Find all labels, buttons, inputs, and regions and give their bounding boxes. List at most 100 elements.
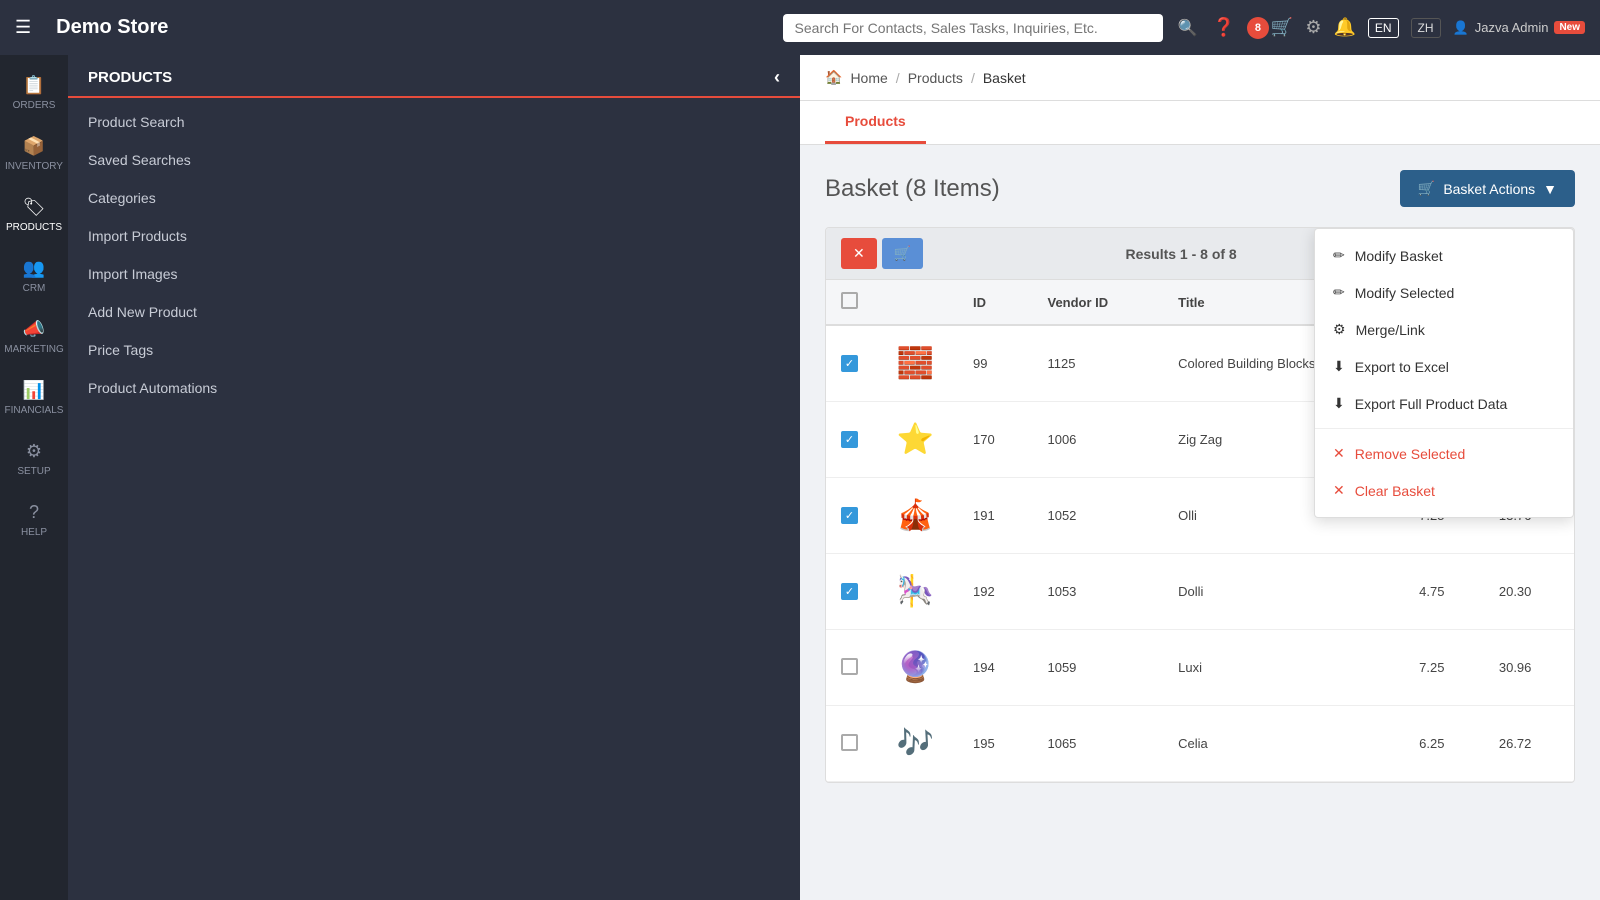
header-checkbox-cell — [826, 280, 873, 325]
dropdown-export-excel[interactable]: ⬇ Export to Excel — [1315, 348, 1573, 385]
row-id: 170 — [958, 402, 1032, 478]
header-id: ID — [958, 280, 1032, 325]
sidebar-item-setup[interactable]: ⚙ SETUP — [0, 431, 68, 487]
row-checkbox[interactable]: ✓ — [841, 431, 858, 448]
row-qty: 20.30 — [1484, 554, 1574, 630]
row-checkbox[interactable]: ✓ — [841, 583, 858, 600]
user-icon: 👤 — [1453, 20, 1469, 36]
table-row: 🔮 194 1059 Luxi 7.25 30.96 — [826, 630, 1574, 706]
breadcrumb-home[interactable]: Home — [850, 70, 887, 86]
cart-badge[interactable]: 8 — [1247, 17, 1269, 39]
sidebar-item-marketing[interactable]: 📣 MARKETING — [0, 309, 68, 365]
inventory-label: INVENTORY — [5, 161, 63, 172]
products-label: PRODUCTS — [6, 222, 62, 233]
breadcrumb-products[interactable]: Products — [908, 70, 963, 86]
row-title: Dolli — [1163, 554, 1404, 630]
new-badge: New — [1554, 21, 1585, 34]
bell-icon[interactable]: 🔔 — [1333, 17, 1355, 38]
menu-item-saved-searches[interactable]: Saved Searches — [68, 141, 800, 179]
toolbar-left: ✕ 🛒 — [841, 238, 923, 269]
row-id: 99 — [958, 325, 1032, 402]
help-icon[interactable]: ❓ — [1212, 17, 1234, 38]
merge-link-label: Merge/Link — [1356, 322, 1425, 338]
dropdown-export-full[interactable]: ⬇ Export Full Product Data — [1315, 385, 1573, 422]
row-img-cell: 🔮 — [873, 630, 958, 706]
row-vendor-id: 1006 — [1032, 402, 1163, 478]
export-excel-label: Export to Excel — [1355, 359, 1449, 375]
products-icon: 🏷 — [23, 197, 46, 218]
store-name: Demo Store — [56, 16, 168, 39]
sidebar-menu: PRODUCTS ‹ Product Search Saved Searches… — [68, 55, 800, 900]
help-nav-icon: ? — [29, 502, 39, 523]
row-checkbox-cell: ✓ — [826, 478, 873, 554]
sidebar-item-help[interactable]: ? HELP — [0, 492, 68, 548]
export-full-icon: ⬇ — [1333, 395, 1345, 412]
row-checkbox[interactable]: ✓ — [841, 507, 858, 524]
row-checkbox-cell — [826, 630, 873, 706]
merge-link-icon: ⚙ — [1333, 321, 1346, 338]
lang-zh-button[interactable]: ZH — [1411, 18, 1441, 38]
table-container: ✕ 🛒 Results 1 - 8 of 8 ✏ Modify Basket ✏… — [825, 227, 1575, 783]
row-title: Celia — [1163, 706, 1404, 782]
settings-icon[interactable]: ⚙ — [1305, 17, 1321, 38]
remove-selected-label: Remove Selected — [1355, 446, 1466, 462]
sidebar-item-financials[interactable]: 📊 FINANCIALS — [0, 370, 68, 426]
modify-basket-icon: ✏ — [1333, 247, 1345, 264]
sidebar-item-products[interactable]: 🏷 PRODUCTS — [0, 187, 68, 243]
product-image: 🎠 — [888, 564, 943, 619]
cart-icon[interactable]: 🛒 — [1271, 17, 1293, 38]
breadcrumb-sep1: / — [896, 70, 900, 86]
menu-item-categories[interactable]: Categories — [68, 179, 800, 217]
user-area[interactable]: 👤 Jazva Admin New — [1453, 20, 1585, 36]
basket-actions-button[interactable]: 🛒 Basket Actions ▼ — [1400, 170, 1575, 207]
product-image: 🎶 — [888, 716, 943, 771]
menu-item-import-images[interactable]: Import Images — [68, 255, 800, 293]
dropdown-modify-basket[interactable]: ✏ Modify Basket — [1315, 237, 1573, 274]
menu-item-import-products[interactable]: Import Products — [68, 217, 800, 255]
row-price: 7.25 — [1404, 630, 1484, 706]
product-image: ⭐ — [888, 412, 943, 467]
tab-products[interactable]: Products — [825, 101, 926, 144]
menu-item-add-new-product[interactable]: Add New Product — [68, 293, 800, 331]
product-image: 🎪 — [888, 488, 943, 543]
dropdown-merge-link[interactable]: ⚙ Merge/Link — [1315, 311, 1573, 348]
menu-item-price-tags[interactable]: Price Tags — [68, 331, 800, 369]
orders-label: ORDERS — [13, 100, 56, 111]
dropdown-modify-selected[interactable]: ✏ Modify Selected — [1315, 274, 1573, 311]
row-img-cell: 🧱 — [873, 325, 958, 402]
select-all-checkbox[interactable] — [841, 292, 858, 309]
row-qty: 30.96 — [1484, 630, 1574, 706]
sidebar-wrapper: 📋 ORDERS 📦 INVENTORY 🏷 PRODUCTS 👥 CRM 📣 … — [0, 55, 800, 900]
search-icon[interactable]: 🔍 — [1178, 18, 1198, 38]
row-id: 191 — [958, 478, 1032, 554]
row-checkbox-cell: ✓ — [826, 554, 873, 630]
dropdown-remove-selected[interactable]: ✕ Remove Selected — [1315, 435, 1573, 472]
sidebar-item-inventory[interactable]: 📦 INVENTORY — [0, 126, 68, 182]
clear-basket-label: Clear Basket — [1355, 483, 1435, 499]
sidebar-collapse-icon[interactable]: ‹ — [774, 67, 780, 88]
basket-btn-label: Basket Actions — [1443, 181, 1535, 197]
global-search-input[interactable] — [783, 14, 1163, 42]
export-excel-icon: ⬇ — [1333, 358, 1345, 375]
row-checkbox[interactable] — [841, 734, 858, 751]
sidebar-item-orders[interactable]: 📋 ORDERS — [0, 65, 68, 121]
sidebar-item-crm[interactable]: 👥 CRM — [0, 248, 68, 304]
top-header: ☰ Demo Store 🔍 ❓ 8 🛒 ⚙ 🔔 EN ZH 👤 Jazva A… — [0, 0, 1600, 55]
basket-toolbar-button[interactable]: 🛒 — [882, 238, 923, 269]
header-img — [873, 280, 958, 325]
export-full-label: Export Full Product Data — [1355, 396, 1508, 412]
modify-selected-label: Modify Selected — [1355, 285, 1455, 301]
orders-icon: 📋 — [23, 75, 45, 96]
menu-item-product-search[interactable]: Product Search — [68, 103, 800, 141]
modify-selected-icon: ✏ — [1333, 284, 1345, 301]
row-checkbox[interactable]: ✓ — [841, 355, 858, 372]
menu-item-product-automations[interactable]: Product Automations — [68, 369, 800, 407]
dropdown-clear-basket[interactable]: ✕ Clear Basket — [1315, 472, 1573, 509]
page-tabs: Products — [800, 101, 1600, 145]
hamburger-icon[interactable]: ☰ — [15, 17, 31, 38]
clear-basket-icon: ✕ — [1333, 482, 1345, 499]
clear-selection-button[interactable]: ✕ — [841, 238, 877, 269]
lang-en-button[interactable]: EN — [1368, 18, 1399, 38]
setup-icon: ⚙ — [26, 441, 42, 462]
row-checkbox[interactable] — [841, 658, 858, 675]
